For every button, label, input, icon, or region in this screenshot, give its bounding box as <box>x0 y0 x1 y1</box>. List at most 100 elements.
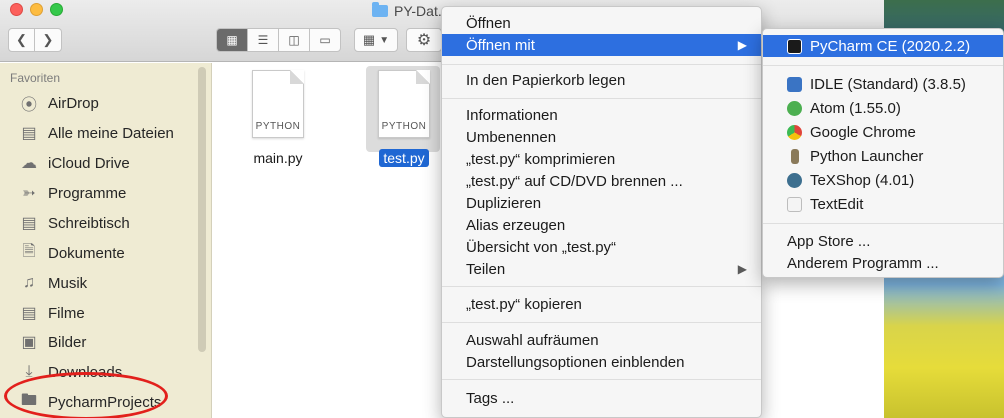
arrange-button[interactable]: ▦ ▼ <box>354 28 398 52</box>
all-files-icon: ▤ <box>21 125 37 142</box>
sidebar-scrollbar[interactable] <box>198 67 206 352</box>
menu-item-label: Auswahl aufräumen <box>466 331 599 349</box>
zoom-window-button[interactable] <box>50 3 63 16</box>
list-view-icon: ☰ <box>257 33 269 47</box>
sidebar-item-dokumente[interactable]: 🗎 Dokumente <box>18 241 125 265</box>
atom-icon <box>787 100 802 116</box>
menu-item-papierkorb[interactable]: In den Papierkorb legen <box>442 69 761 91</box>
menu-separator <box>763 65 1003 66</box>
menu-item-label: Übersicht von „test.py“ <box>466 238 617 256</box>
open-with-submenu: PyCharm CE (2020.2.2) IDLE (Standard) (3… <box>762 28 1004 278</box>
menu-item-umbenennen[interactable]: Umbenennen <box>442 126 761 148</box>
submenu-item-label: Python Launcher <box>810 147 924 165</box>
column-view-button[interactable]: ◫ <box>279 29 310 51</box>
menu-item-oeffnen[interactable]: Öffnen <box>442 12 761 34</box>
sidebar-item-musik[interactable]: ♫ Musik <box>18 271 87 295</box>
documents-icon: 🗎 <box>22 242 36 260</box>
icon-view-button[interactable]: ▦ <box>217 29 248 51</box>
sidebar-item-label: Dokumente <box>48 244 125 262</box>
texshop-icon <box>787 172 802 188</box>
sidebar-item-label: Programme <box>48 184 127 202</box>
sidebar-item-programme[interactable]: ➳ Programme <box>18 181 126 205</box>
menu-separator <box>442 322 761 323</box>
menu-item-brennen[interactable]: „test.py“ auf CD/DVD brennen ... <box>442 170 761 192</box>
sidebar-item-icloud-drive[interactable]: ☁ iCloud Drive <box>18 151 130 175</box>
window-title: PY-Dat... <box>372 0 450 22</box>
chevron-right-icon: ❯ <box>42 32 54 47</box>
menu-item-tags[interactable]: Tags ... <box>442 387 761 409</box>
idle-icon <box>787 76 802 92</box>
sidebar-item-all-files[interactable]: ▤ Alle meine Dateien <box>18 121 173 145</box>
menu-item-aufraeumen[interactable]: Auswahl aufräumen <box>442 329 761 351</box>
submenu-item-texshop[interactable]: TeXShop (4.01) <box>763 169 1003 191</box>
airdrop-icon: ⦿ <box>20 97 37 114</box>
cover-flow-button[interactable]: ▭ <box>310 29 340 51</box>
menu-item-uebersicht[interactable]: Übersicht von „test.py“ <box>442 236 761 258</box>
submenu-item-label: TextEdit <box>810 195 864 213</box>
menu-item-informationen[interactable]: Informationen <box>442 104 761 126</box>
column-view-icon: ◫ <box>288 33 300 47</box>
menu-item-label: „test.py“ kopieren <box>466 295 582 313</box>
chevron-down-icon: ▼ <box>379 34 390 46</box>
menu-item-label: In den Papierkorb legen <box>466 71 626 89</box>
sidebar-item-label: Filme <box>48 304 85 322</box>
menu-separator <box>442 379 761 380</box>
gear-icon: ⚙ <box>416 32 432 49</box>
menu-item-label: Darstellungsoptionen einblenden <box>466 353 685 371</box>
sidebar-header: Favoriten <box>10 71 61 85</box>
sidebar-item-schreibtisch[interactable]: ▤ Schreibtisch <box>18 211 130 235</box>
menu-item-teilen[interactable]: Teilen ▶ <box>442 258 761 280</box>
sidebar-item-airdrop[interactable]: ⦿ AirDrop <box>18 91 99 115</box>
textedit-icon <box>787 196 802 212</box>
submenu-item-idle[interactable]: IDLE (Standard) (3.8.5) <box>763 73 1003 95</box>
menu-item-duplizieren[interactable]: Duplizieren <box>442 192 761 214</box>
submenu-item-pycharm[interactable]: PyCharm CE (2020.2.2) <box>763 35 1003 57</box>
submenu-item-atom[interactable]: Atom (1.55.0) <box>763 97 1003 119</box>
minimize-window-button[interactable] <box>30 3 43 16</box>
submenu-arrow-icon: ▶ <box>737 262 747 276</box>
sidebar-item-label: iCloud Drive <box>48 154 130 172</box>
arrange-icon: ▦ <box>362 32 376 47</box>
menu-item-komprimieren[interactable]: „test.py“ komprimieren <box>442 148 761 170</box>
list-view-button[interactable]: ☰ <box>248 29 279 51</box>
file-type-label: PYTHON <box>255 121 301 132</box>
menu-item-label: Duplizieren <box>466 194 542 212</box>
python-launcher-icon <box>791 148 799 164</box>
desktop-icon: ▤ <box>21 215 37 232</box>
menu-item-darstellungsoptionen[interactable]: Darstellungsoptionen einblenden <box>442 351 761 373</box>
submenu-item-label: Google Chrome <box>810 123 916 141</box>
cover-flow-icon: ▭ <box>319 33 331 47</box>
submenu-item-chrome[interactable]: Google Chrome <box>763 121 1003 143</box>
context-menu: Öffnen Öffnen mit ▶ In den Papierkorb le… <box>441 6 762 418</box>
menu-item-label: Umbenennen <box>466 128 557 146</box>
menu-item-label: Tags ... <box>466 389 515 407</box>
menu-item-kopieren[interactable]: „test.py“ kopieren <box>442 293 761 315</box>
sidebar-item-label: AirDrop <box>48 94 99 112</box>
file-item-test-py[interactable]: PYTHON test.py <box>364 70 444 167</box>
file-name: test.py <box>379 149 429 167</box>
close-window-button[interactable] <box>10 3 23 16</box>
menu-item-oeffnen-mit[interactable]: Öffnen mit ▶ <box>442 34 761 56</box>
menu-separator <box>442 286 761 287</box>
menu-item-label: Öffnen mit <box>466 36 535 54</box>
file-item-main-py[interactable]: PYTHON main.py <box>238 70 318 167</box>
forward-button[interactable]: ❯ <box>35 28 62 52</box>
submenu-item-textedit[interactable]: TextEdit <box>763 193 1003 215</box>
sidebar-item-bilder[interactable]: ▣ Bilder <box>18 330 86 354</box>
menu-item-label: „test.py“ komprimieren <box>466 150 616 168</box>
action-button[interactable]: ⚙ <box>406 28 442 52</box>
menu-item-label: Alias erzeugen <box>466 216 566 234</box>
sidebar-item-label: Schreibtisch <box>48 214 130 232</box>
submenu-item-anderem-programm[interactable]: Anderem Programm ... <box>763 252 1003 274</box>
submenu-arrow-icon: ▶ <box>737 38 747 52</box>
back-button[interactable]: ❮ <box>8 28 35 52</box>
submenu-item-label: PyCharm CE (2020.2.2) <box>810 37 971 55</box>
menu-item-label: Öffnen <box>466 14 511 32</box>
menu-item-label: Teilen <box>466 260 506 278</box>
sidebar-item-filme[interactable]: ▤ Filme <box>18 301 85 325</box>
menu-item-label: „test.py“ auf CD/DVD brennen ... <box>466 172 683 190</box>
annotation-circle <box>4 372 168 418</box>
submenu-item-python-launcher[interactable]: Python Launcher <box>763 145 1003 167</box>
submenu-item-app-store[interactable]: App Store ... <box>763 230 1003 252</box>
menu-item-alias-erzeugen[interactable]: Alias erzeugen <box>442 214 761 236</box>
